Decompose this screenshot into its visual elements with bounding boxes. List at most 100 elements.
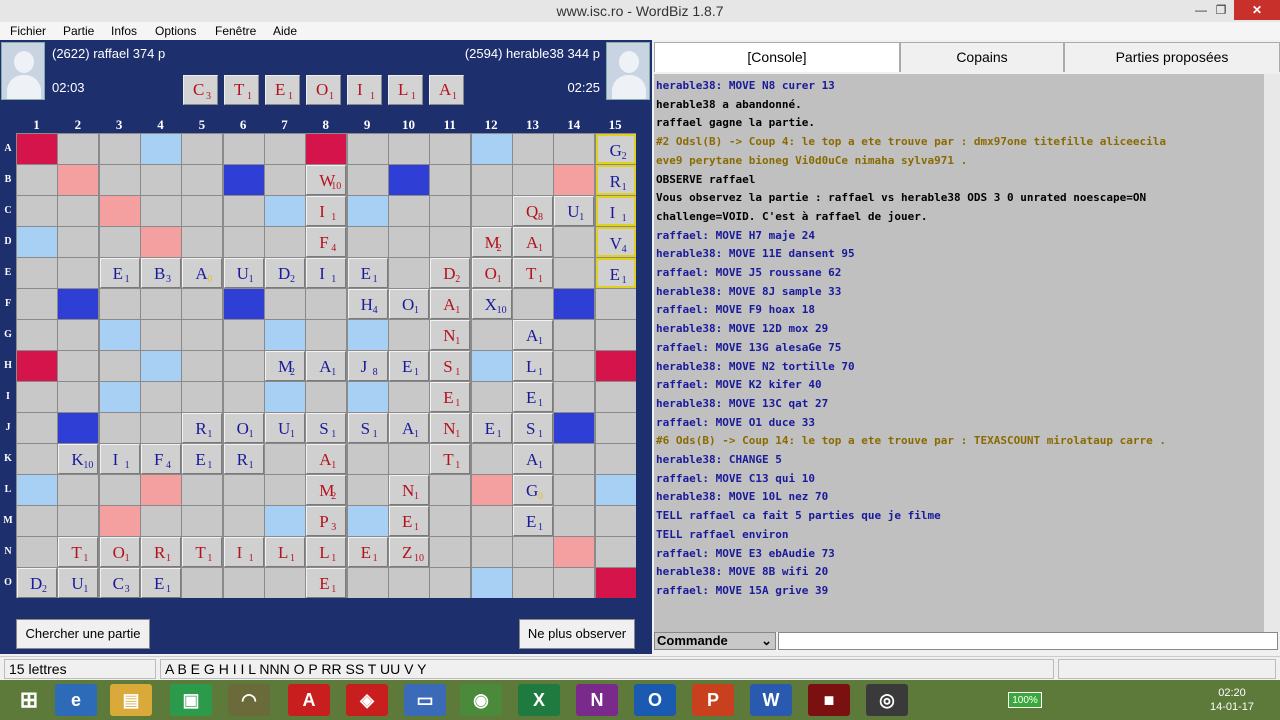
board-cell[interactable] bbox=[306, 320, 347, 350]
battery-icon[interactable]: 100% bbox=[1008, 692, 1042, 708]
stop-observing-button[interactable]: Ne plus observer bbox=[519, 619, 635, 649]
rack-tile[interactable]: T1 bbox=[224, 75, 259, 105]
board-cell[interactable] bbox=[388, 196, 429, 226]
board-cell[interactable] bbox=[554, 537, 595, 567]
board-cell[interactable] bbox=[140, 196, 181, 226]
board-cell[interactable] bbox=[58, 258, 99, 288]
board-cell[interactable] bbox=[430, 506, 471, 536]
onenote-icon[interactable]: N bbox=[576, 684, 618, 716]
board-cell[interactable] bbox=[223, 289, 264, 319]
board-cell[interactable] bbox=[182, 196, 223, 226]
tab-console[interactable]: [Console] bbox=[654, 42, 900, 72]
board-cell[interactable] bbox=[512, 165, 553, 195]
headphones-icon[interactable]: ◠ bbox=[228, 684, 270, 716]
board-cell[interactable] bbox=[264, 444, 305, 474]
board-cell[interactable] bbox=[554, 475, 595, 505]
board-cell[interactable] bbox=[595, 506, 636, 536]
rack-tile[interactable]: O1 bbox=[306, 75, 341, 105]
board-cell[interactable] bbox=[58, 351, 99, 381]
board-cell[interactable] bbox=[58, 382, 99, 412]
board-cell[interactable] bbox=[430, 537, 471, 567]
board-cell[interactable] bbox=[388, 568, 429, 598]
board-cell[interactable] bbox=[58, 506, 99, 536]
board-cell[interactable] bbox=[554, 351, 595, 381]
board-cell[interactable] bbox=[306, 134, 347, 164]
board-cell[interactable] bbox=[182, 227, 223, 257]
board-cell[interactable] bbox=[17, 196, 57, 226]
menu-partie[interactable]: Partie bbox=[63, 24, 94, 38]
board-cell[interactable] bbox=[99, 382, 140, 412]
board-cell[interactable] bbox=[58, 196, 99, 226]
board-cell[interactable] bbox=[264, 289, 305, 319]
board-cell[interactable] bbox=[140, 413, 181, 443]
board-cell[interactable] bbox=[430, 475, 471, 505]
board-cell[interactable] bbox=[595, 568, 636, 598]
board-cell[interactable] bbox=[223, 165, 264, 195]
board-cell[interactable] bbox=[554, 320, 595, 350]
board-cell[interactable] bbox=[223, 568, 264, 598]
board-cell[interactable] bbox=[554, 413, 595, 443]
board-cell[interactable] bbox=[99, 413, 140, 443]
board-cell[interactable] bbox=[58, 413, 99, 443]
taskbar-clock[interactable]: 02:20 14-01-17 bbox=[1210, 686, 1254, 714]
board-cell[interactable] bbox=[388, 258, 429, 288]
monitor-icon[interactable]: ▭ bbox=[404, 684, 446, 716]
file-explorer-icon[interactable]: ▤ bbox=[110, 684, 152, 716]
board-cell[interactable] bbox=[182, 134, 223, 164]
board-cell[interactable] bbox=[264, 382, 305, 412]
board-cell[interactable] bbox=[264, 134, 305, 164]
close-button[interactable]: ✕ bbox=[1234, 0, 1280, 20]
board-cell[interactable] bbox=[99, 165, 140, 195]
search-game-button[interactable]: Chercher une partie bbox=[16, 619, 150, 649]
board-cell[interactable] bbox=[140, 134, 181, 164]
board-cell[interactable] bbox=[17, 258, 57, 288]
board-cell[interactable] bbox=[471, 165, 512, 195]
board-cell[interactable] bbox=[223, 351, 264, 381]
maximize-button[interactable]: ❐ bbox=[1208, 0, 1234, 20]
board-cell[interactable] bbox=[99, 196, 140, 226]
board-cell[interactable] bbox=[58, 134, 99, 164]
board-cell[interactable] bbox=[17, 506, 57, 536]
board-cell[interactable] bbox=[595, 382, 636, 412]
board-cell[interactable] bbox=[347, 506, 388, 536]
board-cell[interactable] bbox=[554, 258, 595, 288]
board-cell[interactable] bbox=[182, 289, 223, 319]
board-cell[interactable] bbox=[182, 382, 223, 412]
rack-tile[interactable]: C3 bbox=[183, 75, 218, 105]
board-cell[interactable] bbox=[471, 568, 512, 598]
board-cell[interactable] bbox=[595, 413, 636, 443]
board-cell[interactable] bbox=[430, 568, 471, 598]
board-cell[interactable] bbox=[388, 444, 429, 474]
board-cell[interactable] bbox=[99, 227, 140, 257]
outlook-icon[interactable]: O bbox=[634, 684, 676, 716]
menu-aide[interactable]: Aide bbox=[273, 24, 297, 38]
board-cell[interactable] bbox=[554, 289, 595, 319]
board-cell[interactable] bbox=[471, 444, 512, 474]
board-cell[interactable] bbox=[430, 196, 471, 226]
board-cell[interactable] bbox=[595, 320, 636, 350]
board-cell[interactable] bbox=[182, 351, 223, 381]
rack-tile[interactable]: I1 bbox=[347, 75, 382, 105]
board-cell[interactable] bbox=[347, 165, 388, 195]
menu-fichier[interactable]: Fichier bbox=[10, 24, 46, 38]
board-cell[interactable] bbox=[430, 134, 471, 164]
menu-fenetre[interactable]: Fenêtre bbox=[215, 24, 256, 38]
board-cell[interactable] bbox=[595, 537, 636, 567]
board-cell[interactable] bbox=[223, 320, 264, 350]
board-cell[interactable] bbox=[223, 382, 264, 412]
windows-start-icon[interactable]: ⊞ bbox=[8, 684, 50, 716]
excel-icon[interactable]: X bbox=[518, 684, 560, 716]
board-cell[interactable] bbox=[17, 382, 57, 412]
board-cell[interactable] bbox=[347, 568, 388, 598]
board-cell[interactable] bbox=[264, 568, 305, 598]
adobe-icon[interactable]: A bbox=[288, 684, 330, 716]
board-cell[interactable] bbox=[388, 320, 429, 350]
rack-tile[interactable]: L1 bbox=[388, 75, 423, 105]
board-cell[interactable] bbox=[554, 382, 595, 412]
board-cell[interactable] bbox=[58, 165, 99, 195]
command-select[interactable]: Commande ⌄ bbox=[654, 632, 776, 650]
board-cell[interactable] bbox=[388, 134, 429, 164]
store-icon[interactable]: ▣ bbox=[170, 684, 212, 716]
board-cell[interactable] bbox=[347, 382, 388, 412]
board-cell[interactable] bbox=[554, 165, 595, 195]
